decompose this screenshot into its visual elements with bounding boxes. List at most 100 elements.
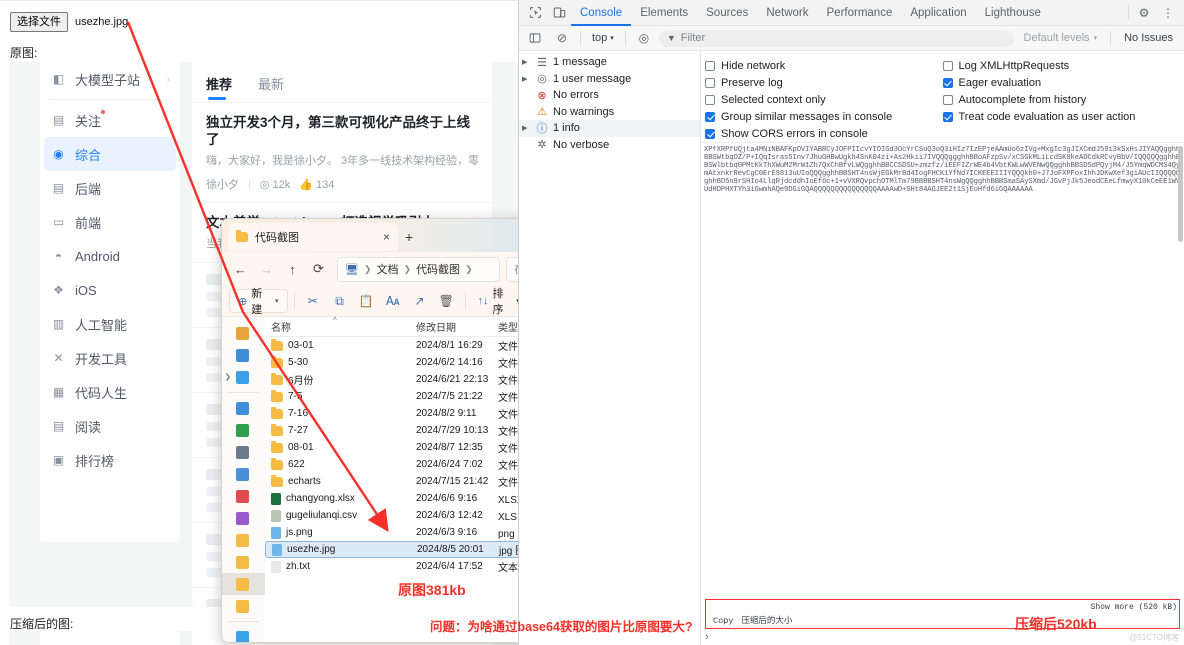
show-more-button[interactable]: Show more (520 kB) xyxy=(1091,603,1177,612)
refresh-button[interactable]: ⟳ xyxy=(306,257,331,282)
nav-tree-item[interactable] xyxy=(222,485,265,507)
copy-row[interactable]: Copy 压缩后的大小 xyxy=(713,614,792,626)
sidebar-item-3[interactable]: ▤ 后端 xyxy=(40,171,180,205)
sidebar-item-11[interactable]: ▣ 排行榜 xyxy=(40,443,180,477)
devtools-panel[interactable]: Console Elements Sources Network Performance… xyxy=(518,0,1184,645)
expand-triangle-icon[interactable]: ▶ xyxy=(522,75,531,83)
sidebar-item-7[interactable]: ▥ 人工智能 xyxy=(40,307,180,341)
back-button[interactable]: ← xyxy=(228,257,253,282)
up-button[interactable]: ↑ xyxy=(280,257,305,282)
console-sidebar-item-4[interactable]: ▶ ⓘ 1 info xyxy=(519,120,700,137)
console-option-left-4[interactable]: Show CORS errors in console xyxy=(705,125,943,142)
copy-button[interactable]: Copy xyxy=(713,616,733,626)
nav-tree-item[interactable] xyxy=(222,322,265,344)
sidebar-item-4[interactable]: ▭ 前端 xyxy=(40,205,180,239)
scrollbar-thumb[interactable] xyxy=(1178,146,1183,242)
eye-icon[interactable]: ◎ xyxy=(632,26,656,50)
article-title[interactable]: 独立开发3个月，第三款可视化产品终于上线了 xyxy=(206,114,478,148)
nav-tree-item[interactable] xyxy=(222,419,265,441)
explorer-tab[interactable]: 代码截图 × xyxy=(228,223,398,251)
device-toolbar-icon[interactable] xyxy=(547,1,571,25)
console-option-right-3[interactable]: Treat code evaluation as user action xyxy=(942,108,1181,125)
checkbox[interactable] xyxy=(705,128,715,139)
paste-icon[interactable]: 📋 xyxy=(354,289,379,313)
issues-counter[interactable]: No Issues xyxy=(1117,32,1180,44)
sidebar-item-9[interactable]: ▦ 代码人生 xyxy=(40,375,180,409)
devtools-tabs[interactable]: Console Elements Sources Network Performance… xyxy=(571,0,1050,26)
close-tab-icon[interactable]: × xyxy=(383,230,390,244)
checkbox[interactable] xyxy=(942,60,953,71)
nav-tree-item[interactable] xyxy=(222,573,265,595)
expand-triangle-icon[interactable]: ▶ xyxy=(522,58,531,66)
devtools-tab-console[interactable]: Console xyxy=(571,0,631,26)
console-content[interactable]: Hide network Preserve log Selected context… xyxy=(701,51,1184,645)
nav-tree-item[interactable] xyxy=(222,463,265,485)
sidebar-item-0[interactable]: ◧ 大模型子站 › xyxy=(40,62,180,96)
console-scrollbar[interactable] xyxy=(1177,146,1184,610)
nav-tree-item[interactable] xyxy=(222,344,265,366)
choose-file-button[interactable]: 选择文件 xyxy=(10,12,68,32)
inspect-element-icon[interactable] xyxy=(523,1,547,25)
copy-icon[interactable]: ⧉ xyxy=(327,289,352,313)
console-sidebar-toggle-icon[interactable] xyxy=(523,26,547,50)
console-settings-right[interactable]: Log XMLHttpRequests Eager evaluation Autoc… xyxy=(942,57,1181,138)
console-settings-left[interactable]: Hide network Preserve log Selected context… xyxy=(705,57,943,140)
checkbox[interactable] xyxy=(705,60,715,71)
cut-icon[interactable]: ✂ xyxy=(301,289,326,313)
nav-tree-item[interactable] xyxy=(222,595,265,617)
nav-tree-item[interactable] xyxy=(222,397,265,419)
feed-tab-0[interactable]: 推荐 xyxy=(206,74,232,102)
devtools-tab-network[interactable]: Network xyxy=(757,0,817,26)
devtools-top-right[interactable]: ⚙ ⋮ xyxy=(1125,1,1180,25)
console-option-right-1[interactable]: Eager evaluation xyxy=(942,74,1181,91)
devtools-tabbar[interactable]: Console Elements Sources Network Performance… xyxy=(519,0,1184,26)
explorer-nav-tree[interactable]: ❯❯❯❯ xyxy=(222,317,265,642)
sidebar-item-8[interactable]: ✕ 开发工具 xyxy=(40,341,180,375)
more-vertical-icon[interactable]: ⋮ xyxy=(1156,1,1180,25)
console-sidebar-item-1[interactable]: ▶ ◎ 1 user message xyxy=(519,71,700,88)
checkbox[interactable] xyxy=(705,94,715,105)
console-sidebar-item-0[interactable]: ▶ ☰ 1 message xyxy=(519,54,700,71)
file-picker-row[interactable]: 选择文件 usezhe.jpg xyxy=(10,12,128,32)
console-sidebar[interactable]: ▶ ☰ 1 message ▶ ◎ 1 user message ⊗ No errors ⚠ No… xyxy=(519,51,701,645)
checkbox[interactable] xyxy=(942,94,953,105)
execution-context-selector[interactable]: top ▾ xyxy=(587,32,619,44)
feed-article[interactable]: 独立开发3个月，第三款可视化产品终于上线了 嗨，大家好，我是徐小夕。 3年多一线技… xyxy=(192,103,492,203)
devtools-tab-performance[interactable]: Performance xyxy=(818,0,902,26)
new-tab-button[interactable]: + xyxy=(405,229,413,245)
nav-tree-item[interactable] xyxy=(222,529,265,551)
expand-triangle-icon[interactable]: ▶ xyxy=(522,124,531,132)
expand-chevron-icon[interactable]: ❯ xyxy=(225,373,233,381)
breadcrumb-item-1[interactable]: 代码截图 xyxy=(416,261,460,277)
devtools-tab-sources[interactable]: Sources xyxy=(697,0,757,26)
console-option-left-3[interactable]: Group similar messages in console xyxy=(705,108,943,125)
gear-icon[interactable]: ⚙ xyxy=(1132,1,1156,25)
sidebar-item-5[interactable]: ◓ Android xyxy=(40,239,180,273)
clear-console-icon[interactable]: ⊘ xyxy=(550,26,574,50)
devtools-tab-lighthouse[interactable]: Lighthouse xyxy=(976,0,1050,26)
nav-tree-item[interactable] xyxy=(222,626,265,642)
breadcrumb[interactable]: 🖥 ❯ 文档 ❯ 代码截图 ❯ xyxy=(337,256,500,282)
new-item-button[interactable]: ⊕ 新建 ▾ xyxy=(229,288,288,316)
breadcrumb-item-0[interactable]: 文档 xyxy=(377,261,399,277)
forward-button[interactable]: → xyxy=(254,257,279,282)
column-header-date[interactable]: 修改日期 xyxy=(410,319,492,334)
nav-tree-item[interactable] xyxy=(222,551,265,573)
checkbox[interactable] xyxy=(942,111,953,122)
console-prompt[interactable]: › xyxy=(705,631,709,643)
sidebar-item-10[interactable]: ▤ 阅读 xyxy=(40,409,180,443)
nav-tree-item[interactable]: ❯ xyxy=(222,366,265,388)
console-option-left-1[interactable]: Preserve log xyxy=(705,74,943,91)
nav-tree-item[interactable] xyxy=(222,507,265,529)
console-filterbar[interactable]: ⊘ top ▾ ◎ ▼ Filter Default levels ▾ No I… xyxy=(519,26,1184,51)
column-header-name[interactable]: 名称 ^ xyxy=(265,317,410,334)
console-sidebar-item-2[interactable]: ⊗ No errors xyxy=(519,87,700,104)
devtools-tab-application[interactable]: Application xyxy=(901,0,975,26)
feed-tabs[interactable]: 推荐 最新 xyxy=(192,62,492,102)
console-option-right-0[interactable]: Log XMLHttpRequests xyxy=(942,57,1181,74)
console-settings-pane[interactable]: Hide network Preserve log Selected context… xyxy=(701,51,1184,143)
checkbox[interactable] xyxy=(705,77,715,88)
devtools-tab-elements[interactable]: Elements xyxy=(631,0,697,26)
delete-icon[interactable]: 🗑 xyxy=(434,289,459,313)
console-sidebar-item-3[interactable]: ⚠ No warnings xyxy=(519,104,700,121)
